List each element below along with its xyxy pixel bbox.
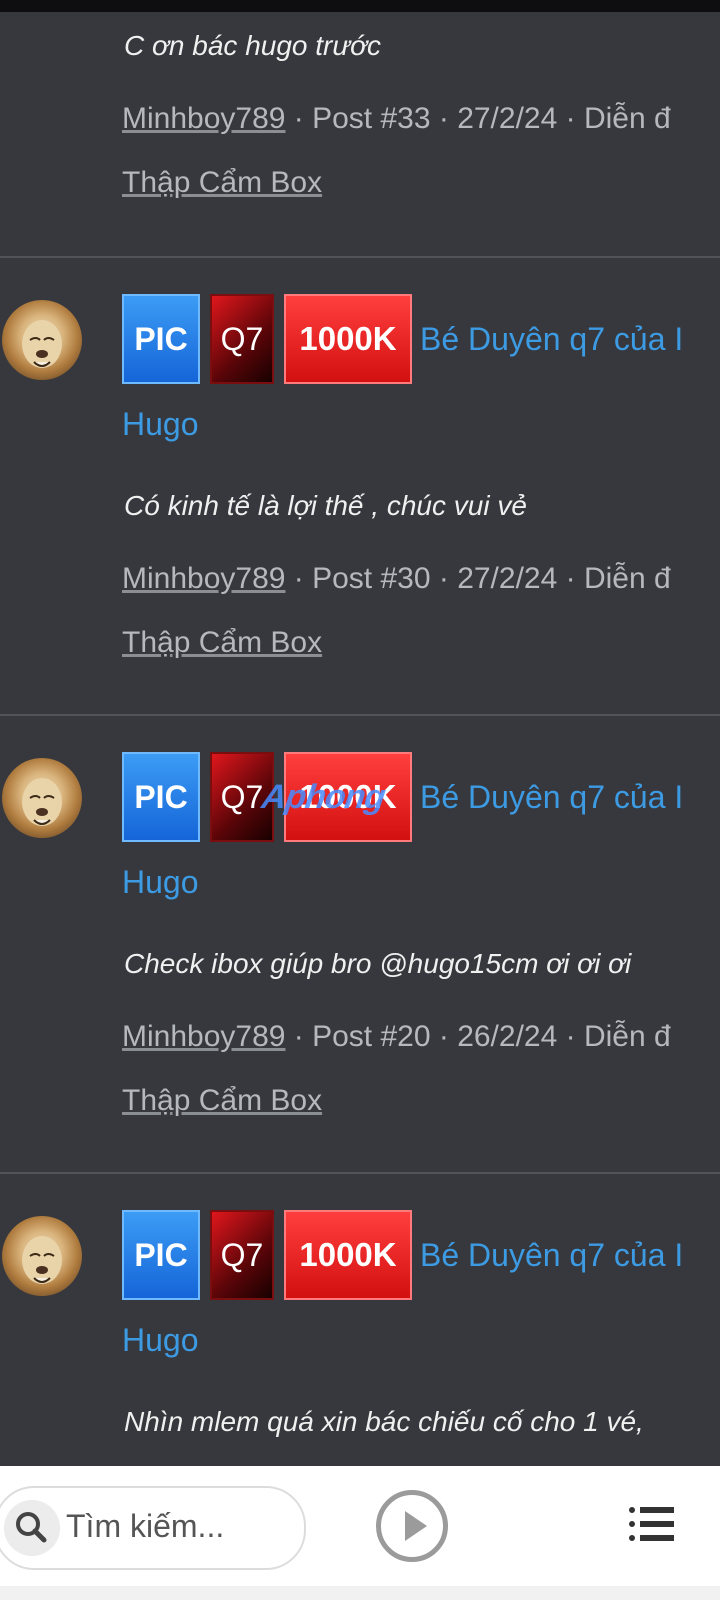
post-item: PIC Q7 1000K Bé Duyên q7 của I Hugo Nhìn… xyxy=(0,1172,720,1468)
avatar[interactable] xyxy=(2,1216,82,1296)
thread-title-link-continued[interactable]: Hugo xyxy=(122,1322,199,1359)
post-meta: Minhboy789 · Post #33 · 27/2/24 · Diễn đ xyxy=(122,102,671,136)
thread-title-link[interactable]: Bé Duyên q7 của I xyxy=(420,752,683,842)
post-snippet[interactable]: C ơn bác hugo trước xyxy=(124,30,381,62)
thread-title-link[interactable]: Bé Duyên q7 của I xyxy=(420,1210,683,1300)
post-snippet[interactable]: Check ibox giúp bro @hugo15cm ơi ơi ơi xyxy=(124,948,631,980)
thread-title-row: PIC Q7 1000K Bé Duyên q7 của I xyxy=(122,1210,720,1306)
play-icon[interactable] xyxy=(376,1490,448,1562)
bottom-toolbar: Tìm kiếm... xyxy=(0,1466,720,1600)
post-meta-info: · Post #30 · 27/2/24 · Diễn đ xyxy=(285,562,671,595)
prefix-badge-pic[interactable]: PIC xyxy=(122,752,200,842)
prefix-badge-price[interactable]: 1000K xyxy=(284,1210,412,1300)
navigation-bar xyxy=(0,1586,720,1600)
forum-link[interactable]: Thập Cẩm Box xyxy=(122,626,322,660)
post-snippet[interactable]: Nhìn mlem quá xin bác chiếu cố cho 1 vé, xyxy=(124,1406,644,1438)
post-author-link[interactable]: Minhboy789 xyxy=(122,1020,285,1053)
post-item: PIC Q7 1000K Bé Duyên q7 của I Hugo Có k… xyxy=(0,256,720,716)
post-meta-info: · Post #20 · 26/2/24 · Diễn đ xyxy=(285,1020,671,1053)
post-meta: Minhboy789 · Post #30 · 27/2/24 · Diễn đ xyxy=(122,562,671,596)
post-meta: Minhboy789 · Post #20 · 26/2/24 · Diễn đ xyxy=(122,1020,671,1054)
watermark: Aphong xyxy=(259,778,388,816)
thread-title-link-continued[interactable]: Hugo xyxy=(122,864,199,901)
avatar[interactable] xyxy=(2,300,82,380)
search-icon[interactable] xyxy=(4,1500,60,1556)
post-author-link[interactable]: Minhboy789 xyxy=(122,562,285,595)
search-input[interactable]: Tìm kiếm... xyxy=(0,1486,306,1570)
thread-title-link[interactable]: Bé Duyên q7 của I xyxy=(420,294,683,384)
post-author-link[interactable]: Minhboy789 xyxy=(122,102,285,135)
prefix-badge-price[interactable]: 1000K xyxy=(284,294,412,384)
forum-link[interactable]: Thập Cẩm Box xyxy=(122,1084,322,1118)
lion-avatar-image xyxy=(22,778,62,826)
search-placeholder: Tìm kiếm... xyxy=(66,1508,225,1544)
post-item: C ơn bác hugo trước Minhboy789 · Post #3… xyxy=(0,0,720,256)
prefix-badge-pic[interactable]: PIC xyxy=(122,294,200,384)
lion-avatar-image xyxy=(22,1236,62,1284)
forum-link[interactable]: Thập Cẩm Box xyxy=(122,166,322,200)
thread-title-link-continued[interactable]: Hugo xyxy=(122,406,199,443)
thread-title-row: PIC Q7 1000K Bé Duyên q7 của I xyxy=(122,752,720,848)
prefix-badge-pic[interactable]: PIC xyxy=(122,1210,200,1300)
post-snippet[interactable]: Có kinh tế là lợi thế , chúc vui vẻ xyxy=(124,490,527,522)
menu-list-icon[interactable] xyxy=(628,1504,676,1549)
avatar[interactable] xyxy=(2,758,82,838)
post-meta-info: · Post #33 · 27/2/24 · Diễn đ xyxy=(285,102,671,135)
thread-title-row: PIC Q7 1000K Bé Duyên q7 của I xyxy=(122,294,720,390)
lion-avatar-image xyxy=(22,320,62,368)
prefix-badge-q7[interactable]: Q7 xyxy=(210,294,274,384)
prefix-badge-q7[interactable]: Q7 xyxy=(210,1210,274,1300)
